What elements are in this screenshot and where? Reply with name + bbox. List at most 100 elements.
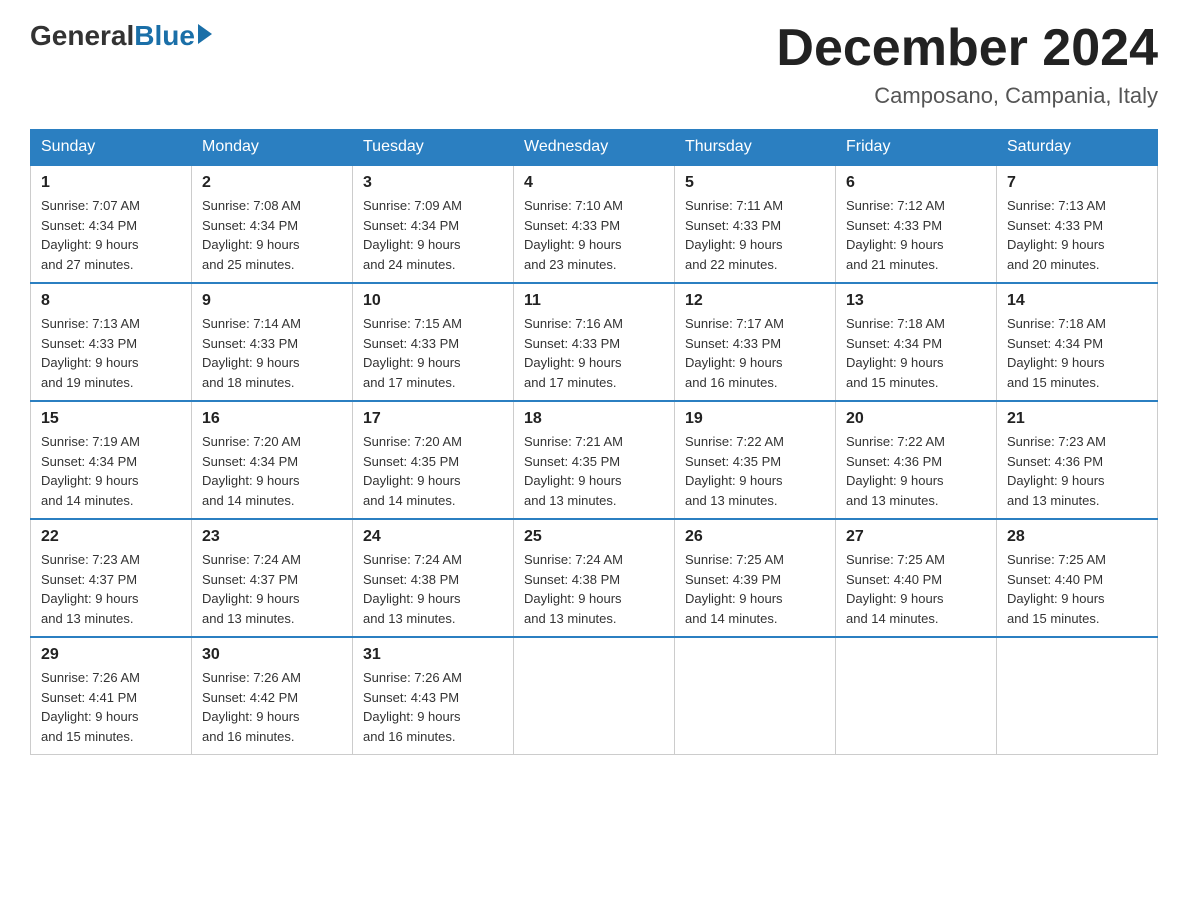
logo-blue-part: Blue — [134, 20, 212, 52]
day-number: 28 — [1007, 528, 1147, 546]
table-row: 22 Sunrise: 7:23 AM Sunset: 4:37 PM Dayl… — [31, 519, 192, 637]
table-row: 19 Sunrise: 7:22 AM Sunset: 4:35 PM Dayl… — [675, 401, 836, 519]
day-number: 10 — [363, 292, 503, 310]
day-number: 8 — [41, 292, 181, 310]
table-row — [675, 637, 836, 755]
table-row: 25 Sunrise: 7:24 AM Sunset: 4:38 PM Dayl… — [514, 519, 675, 637]
table-row: 30 Sunrise: 7:26 AM Sunset: 4:42 PM Dayl… — [192, 637, 353, 755]
day-number: 14 — [1007, 292, 1147, 310]
col-friday: Friday — [836, 130, 997, 166]
title-section: December 2024 Camposano, Campania, Italy — [776, 20, 1158, 109]
day-number: 9 — [202, 292, 342, 310]
col-wednesday: Wednesday — [514, 130, 675, 166]
calendar-table: Sunday Monday Tuesday Wednesday Thursday… — [30, 129, 1158, 755]
day-number: 6 — [846, 174, 986, 192]
day-number: 16 — [202, 410, 342, 428]
table-row: 28 Sunrise: 7:25 AM Sunset: 4:40 PM Dayl… — [997, 519, 1158, 637]
table-row: 13 Sunrise: 7:18 AM Sunset: 4:34 PM Dayl… — [836, 283, 997, 401]
table-row — [514, 637, 675, 755]
day-number: 27 — [846, 528, 986, 546]
day-info: Sunrise: 7:11 AM Sunset: 4:33 PM Dayligh… — [685, 196, 825, 274]
table-row: 8 Sunrise: 7:13 AM Sunset: 4:33 PM Dayli… — [31, 283, 192, 401]
table-row: 16 Sunrise: 7:20 AM Sunset: 4:34 PM Dayl… — [192, 401, 353, 519]
day-number: 12 — [685, 292, 825, 310]
day-number: 20 — [846, 410, 986, 428]
day-info: Sunrise: 7:07 AM Sunset: 4:34 PM Dayligh… — [41, 196, 181, 274]
table-row: 10 Sunrise: 7:15 AM Sunset: 4:33 PM Dayl… — [353, 283, 514, 401]
table-row: 3 Sunrise: 7:09 AM Sunset: 4:34 PM Dayli… — [353, 165, 514, 283]
day-number: 15 — [41, 410, 181, 428]
table-row: 4 Sunrise: 7:10 AM Sunset: 4:33 PM Dayli… — [514, 165, 675, 283]
day-number: 17 — [363, 410, 503, 428]
day-info: Sunrise: 7:18 AM Sunset: 4:34 PM Dayligh… — [846, 314, 986, 392]
day-info: Sunrise: 7:25 AM Sunset: 4:39 PM Dayligh… — [685, 550, 825, 628]
day-number: 18 — [524, 410, 664, 428]
calendar-header-row: Sunday Monday Tuesday Wednesday Thursday… — [31, 130, 1158, 166]
day-info: Sunrise: 7:10 AM Sunset: 4:33 PM Dayligh… — [524, 196, 664, 274]
table-row: 9 Sunrise: 7:14 AM Sunset: 4:33 PM Dayli… — [192, 283, 353, 401]
day-info: Sunrise: 7:22 AM Sunset: 4:35 PM Dayligh… — [685, 432, 825, 510]
day-info: Sunrise: 7:20 AM Sunset: 4:35 PM Dayligh… — [363, 432, 503, 510]
table-row: 15 Sunrise: 7:19 AM Sunset: 4:34 PM Dayl… — [31, 401, 192, 519]
day-number: 24 — [363, 528, 503, 546]
day-info: Sunrise: 7:13 AM Sunset: 4:33 PM Dayligh… — [1007, 196, 1147, 274]
col-saturday: Saturday — [997, 130, 1158, 166]
day-info: Sunrise: 7:25 AM Sunset: 4:40 PM Dayligh… — [1007, 550, 1147, 628]
day-number: 19 — [685, 410, 825, 428]
col-sunday: Sunday — [31, 130, 192, 166]
day-info: Sunrise: 7:19 AM Sunset: 4:34 PM Dayligh… — [41, 432, 181, 510]
day-info: Sunrise: 7:23 AM Sunset: 4:37 PM Dayligh… — [41, 550, 181, 628]
table-row: 23 Sunrise: 7:24 AM Sunset: 4:37 PM Dayl… — [192, 519, 353, 637]
table-row: 27 Sunrise: 7:25 AM Sunset: 4:40 PM Dayl… — [836, 519, 997, 637]
day-info: Sunrise: 7:24 AM Sunset: 4:38 PM Dayligh… — [363, 550, 503, 628]
week-row-1: 1 Sunrise: 7:07 AM Sunset: 4:34 PM Dayli… — [31, 165, 1158, 283]
logo-blue-text: Blue — [134, 20, 195, 52]
day-number: 26 — [685, 528, 825, 546]
table-row — [836, 637, 997, 755]
day-info: Sunrise: 7:08 AM Sunset: 4:34 PM Dayligh… — [202, 196, 342, 274]
day-number: 30 — [202, 646, 342, 664]
table-row: 20 Sunrise: 7:22 AM Sunset: 4:36 PM Dayl… — [836, 401, 997, 519]
week-row-4: 22 Sunrise: 7:23 AM Sunset: 4:37 PM Dayl… — [31, 519, 1158, 637]
week-row-3: 15 Sunrise: 7:19 AM Sunset: 4:34 PM Dayl… — [31, 401, 1158, 519]
table-row: 31 Sunrise: 7:26 AM Sunset: 4:43 PM Dayl… — [353, 637, 514, 755]
day-info: Sunrise: 7:22 AM Sunset: 4:36 PM Dayligh… — [846, 432, 986, 510]
week-row-5: 29 Sunrise: 7:26 AM Sunset: 4:41 PM Dayl… — [31, 637, 1158, 755]
col-tuesday: Tuesday — [353, 130, 514, 166]
day-number: 2 — [202, 174, 342, 192]
day-info: Sunrise: 7:26 AM Sunset: 4:43 PM Dayligh… — [363, 668, 503, 746]
day-info: Sunrise: 7:16 AM Sunset: 4:33 PM Dayligh… — [524, 314, 664, 392]
table-row: 11 Sunrise: 7:16 AM Sunset: 4:33 PM Dayl… — [514, 283, 675, 401]
day-info: Sunrise: 7:21 AM Sunset: 4:35 PM Dayligh… — [524, 432, 664, 510]
day-number: 22 — [41, 528, 181, 546]
table-row: 5 Sunrise: 7:11 AM Sunset: 4:33 PM Dayli… — [675, 165, 836, 283]
day-number: 7 — [1007, 174, 1147, 192]
table-row: 24 Sunrise: 7:24 AM Sunset: 4:38 PM Dayl… — [353, 519, 514, 637]
logo-triangle-icon — [198, 24, 212, 44]
day-number: 3 — [363, 174, 503, 192]
day-info: Sunrise: 7:15 AM Sunset: 4:33 PM Dayligh… — [363, 314, 503, 392]
day-info: Sunrise: 7:24 AM Sunset: 4:37 PM Dayligh… — [202, 550, 342, 628]
table-row: 17 Sunrise: 7:20 AM Sunset: 4:35 PM Dayl… — [353, 401, 514, 519]
day-number: 5 — [685, 174, 825, 192]
col-monday: Monday — [192, 130, 353, 166]
day-number: 25 — [524, 528, 664, 546]
day-number: 1 — [41, 174, 181, 192]
day-number: 31 — [363, 646, 503, 664]
day-number: 23 — [202, 528, 342, 546]
day-number: 21 — [1007, 410, 1147, 428]
logo-general-text: General — [30, 20, 134, 52]
location-text: Camposano, Campania, Italy — [776, 83, 1158, 109]
logo: General Blue — [30, 20, 212, 52]
table-row — [997, 637, 1158, 755]
day-info: Sunrise: 7:25 AM Sunset: 4:40 PM Dayligh… — [846, 550, 986, 628]
table-row: 29 Sunrise: 7:26 AM Sunset: 4:41 PM Dayl… — [31, 637, 192, 755]
day-number: 11 — [524, 292, 664, 310]
day-info: Sunrise: 7:09 AM Sunset: 4:34 PM Dayligh… — [363, 196, 503, 274]
day-info: Sunrise: 7:12 AM Sunset: 4:33 PM Dayligh… — [846, 196, 986, 274]
table-row: 1 Sunrise: 7:07 AM Sunset: 4:34 PM Dayli… — [31, 165, 192, 283]
table-row: 6 Sunrise: 7:12 AM Sunset: 4:33 PM Dayli… — [836, 165, 997, 283]
day-info: Sunrise: 7:17 AM Sunset: 4:33 PM Dayligh… — [685, 314, 825, 392]
day-info: Sunrise: 7:18 AM Sunset: 4:34 PM Dayligh… — [1007, 314, 1147, 392]
month-title: December 2024 — [776, 20, 1158, 77]
